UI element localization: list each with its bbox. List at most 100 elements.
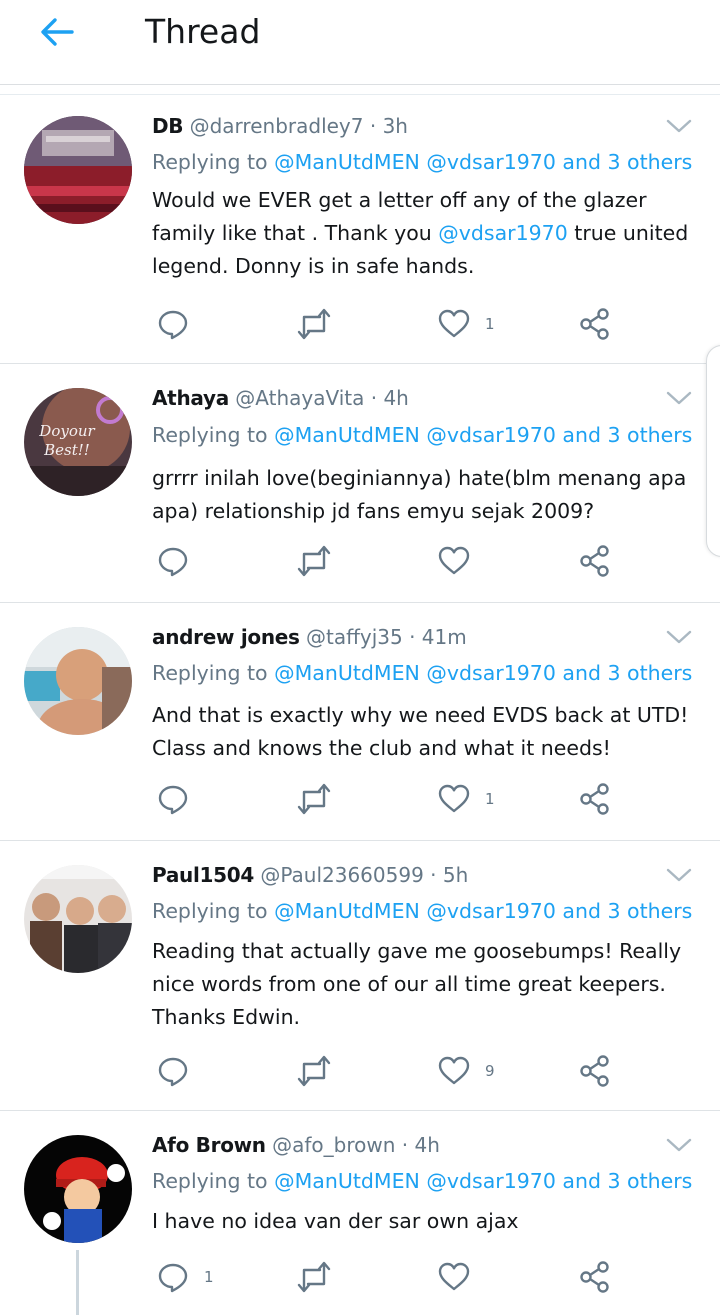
tweet-actions: 9 <box>152 1051 632 1091</box>
like-count: 9 <box>485 1062 495 1080</box>
replying-to-mentions[interactable]: @ManUtdMEN @vdsar1970 and 3 others <box>274 1169 692 1193</box>
speech-bubble-icon <box>158 547 188 577</box>
reply-button[interactable] <box>156 541 204 581</box>
replying-to-mentions[interactable]: @ManUtdMEN @vdsar1970 and 3 others <box>274 899 692 923</box>
replying-to-mentions[interactable]: @ManUtdMEN @vdsar1970 and 3 others <box>274 150 692 174</box>
avatar[interactable] <box>24 116 132 224</box>
reply-button[interactable] <box>156 1051 204 1091</box>
chevron-down-icon[interactable] <box>664 625 694 649</box>
user-handle[interactable]: @Paul23660599 <box>260 863 423 887</box>
share-button[interactable] <box>578 779 612 819</box>
heart-icon <box>438 784 470 813</box>
timestamp[interactable]: 4h <box>383 386 408 410</box>
timestamp[interactable]: 4h <box>414 1133 439 1157</box>
retweet-button[interactable] <box>296 541 346 581</box>
retweet-icon <box>297 783 331 815</box>
retweet-button[interactable] <box>296 1257 346 1297</box>
separator-dot: · <box>370 386 384 410</box>
retweet-button[interactable] <box>296 1051 346 1091</box>
top-app-bar: Thread <box>0 0 720 85</box>
speech-bubble-icon <box>158 310 188 340</box>
share-icon <box>580 1055 609 1087</box>
reply-button[interactable] <box>156 304 204 344</box>
chevron-down-icon[interactable] <box>664 114 694 138</box>
like-button[interactable]: 1 <box>437 304 495 344</box>
user-handle[interactable]: @afo_brown <box>272 1133 395 1157</box>
timestamp[interactable]: 5h <box>443 863 468 887</box>
replying-to-mentions[interactable]: @ManUtdMEN @vdsar1970 and 3 others <box>274 423 692 447</box>
tweet-header: DB @darrenbradley7 · 3h <box>152 112 408 140</box>
user-handle[interactable]: @darrenbradley7 <box>190 114 364 138</box>
share-button[interactable] <box>578 1051 612 1091</box>
tweet-actions: 1 <box>152 779 632 819</box>
tweet-header: Afo Brown @afo_brown · 4h <box>152 1131 440 1159</box>
arrow-left-icon <box>41 18 74 46</box>
tweet-text: grrrr inilah love(beginiannya) hate(blm … <box>152 466 687 523</box>
like-button[interactable] <box>437 1257 485 1297</box>
avatar-caption: Doyour Best!! <box>39 422 95 459</box>
avatar[interactable] <box>24 627 132 735</box>
user-handle[interactable]: @taffyj35 <box>306 625 403 649</box>
share-icon <box>580 1261 609 1293</box>
display-name[interactable]: andrew jones <box>152 625 300 649</box>
share-button[interactable] <box>578 1257 612 1297</box>
share-button[interactable] <box>578 304 612 344</box>
speech-bubble-icon <box>158 1263 188 1293</box>
retweet-button[interactable] <box>296 304 346 344</box>
retweet-button[interactable] <box>296 779 346 819</box>
like-button[interactable]: 1 <box>437 779 495 819</box>
avatar[interactable] <box>24 1135 132 1243</box>
divider <box>0 94 720 95</box>
heart-icon <box>438 1056 470 1085</box>
tweet-text: And that is exactly why we need EVDS bac… <box>152 703 689 760</box>
display-name[interactable]: Afo Brown <box>152 1133 266 1157</box>
replying-to-label: Replying to <box>152 423 268 447</box>
replying-to: Replying to @ManUtdMEN @vdsar1970 and 3 … <box>152 1167 692 1195</box>
timestamp[interactable]: 3h <box>383 114 408 138</box>
replying-to-label: Replying to <box>152 899 268 923</box>
like-count: 1 <box>485 315 495 333</box>
tweet-item[interactable]: Paul1504 @Paul23660599 · 5h Replying to … <box>0 841 720 1111</box>
replying-to-mentions[interactable]: @ManUtdMEN @vdsar1970 and 3 others <box>274 661 692 685</box>
tweet-text: I have no idea van der sar own ajax <box>152 1209 519 1233</box>
display-name[interactable]: Paul1504 <box>152 863 254 887</box>
mention-link[interactable]: @vdsar1970 <box>438 221 568 245</box>
replying-to-label: Replying to <box>152 661 268 685</box>
avatar[interactable]: Doyour Best!! <box>24 388 132 496</box>
separator-dot: · <box>401 1133 415 1157</box>
user-handle[interactable]: @AthayaVita <box>235 386 364 410</box>
separator-dot: · <box>430 863 443 887</box>
scroll-handle[interactable] <box>706 345 720 557</box>
tweet-item[interactable]: Doyour Best!! Athaya @AthayaVita · 4h Re… <box>0 364 720 603</box>
avatar[interactable] <box>24 865 132 973</box>
separator-dot: · <box>409 625 422 649</box>
replying-to-label: Replying to <box>152 150 268 174</box>
reply-button[interactable]: 1 <box>156 1257 214 1297</box>
reply-button[interactable] <box>156 779 204 819</box>
tweet-item[interactable]: Afo Brown @afo_brown · 4h Replying to @M… <box>0 1111 720 1315</box>
chevron-down-icon[interactable] <box>664 863 694 887</box>
reply-count: 1 <box>204 1268 214 1286</box>
chevron-down-icon[interactable] <box>664 1133 694 1157</box>
retweet-icon <box>297 545 331 577</box>
like-button[interactable]: 9 <box>437 1051 495 1091</box>
tweet-text: Reading that actually gave me goosebumps… <box>152 939 682 1029</box>
display-name[interactable]: DB <box>152 114 184 138</box>
back-button[interactable] <box>30 10 82 54</box>
replying-to-label: Replying to <box>152 1169 268 1193</box>
heart-icon <box>438 309 470 338</box>
replying-to: Replying to @ManUtdMEN @vdsar1970 and 3 … <box>152 659 692 687</box>
chevron-down-icon[interactable] <box>664 386 694 410</box>
tweet-header: Athaya @AthayaVita · 4h <box>152 384 409 412</box>
tweet-item[interactable]: DB @darrenbradley7 · 3h Replying to @Man… <box>0 96 720 364</box>
separator-dot: · <box>369 114 383 138</box>
tweet-actions: 1 <box>152 304 632 344</box>
like-button[interactable] <box>437 541 485 581</box>
display-name[interactable]: Athaya <box>152 386 229 410</box>
tweet-item[interactable]: andrew jones @taffyj35 · 41m Replying to… <box>0 603 720 841</box>
tweet-actions <box>152 541 632 581</box>
timestamp[interactable]: 41m <box>422 625 467 649</box>
tweet-header: Paul1504 @Paul23660599 · 5h <box>152 861 468 889</box>
share-icon <box>580 308 609 340</box>
share-button[interactable] <box>578 541 612 581</box>
